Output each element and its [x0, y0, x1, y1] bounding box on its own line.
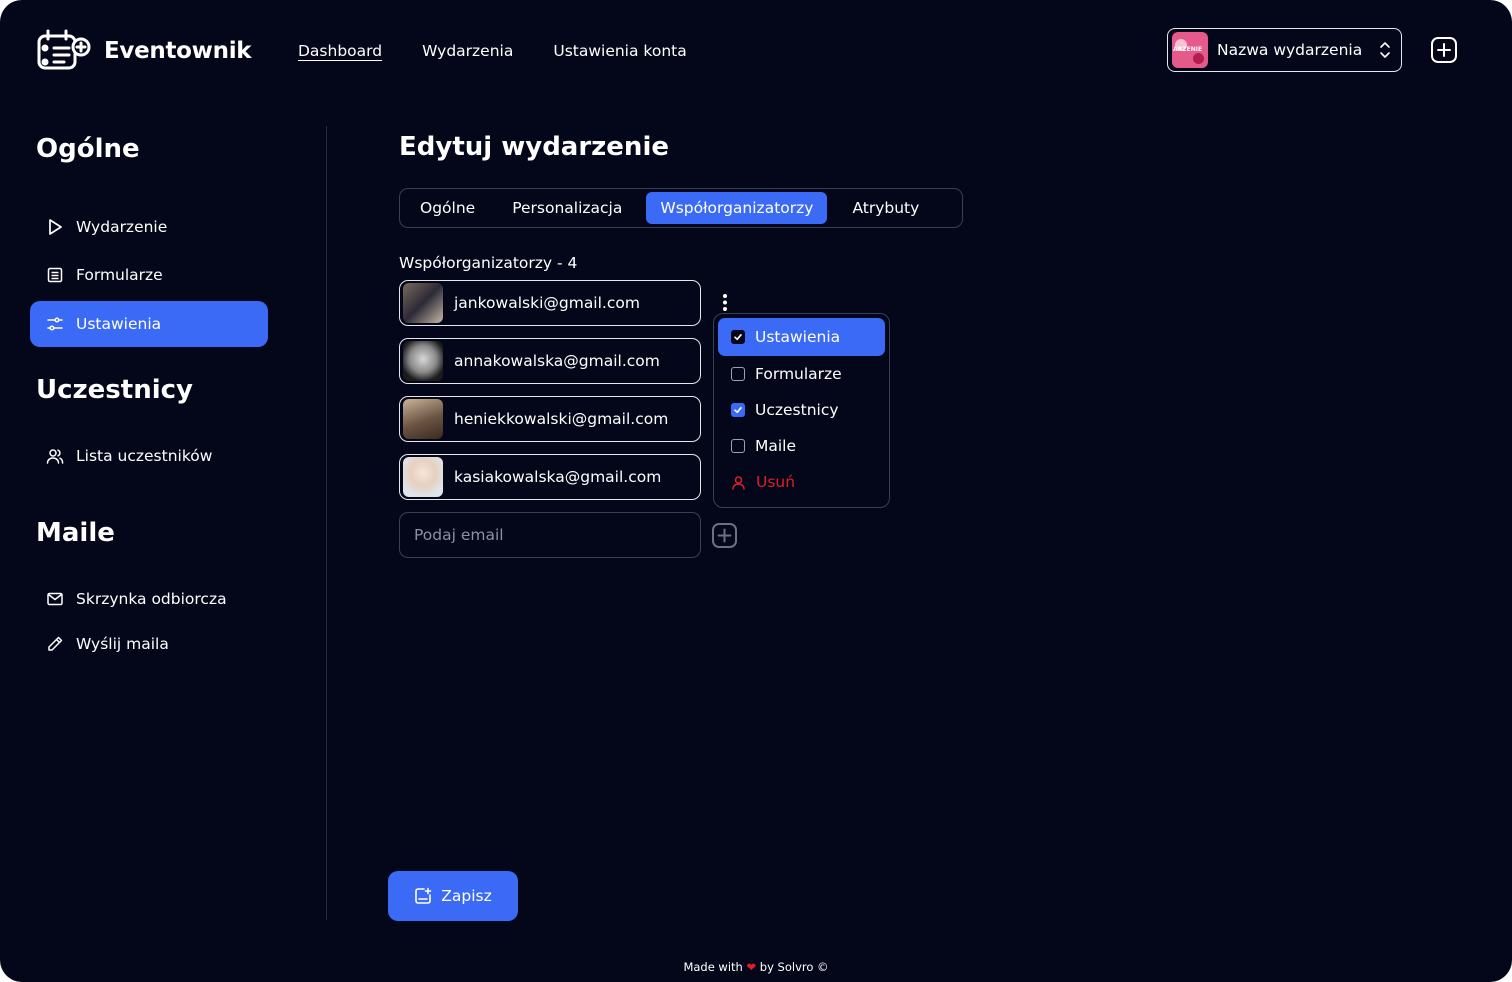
avatar	[403, 457, 443, 497]
checkbox-unchecked[interactable]	[731, 367, 745, 381]
save-icon	[415, 887, 432, 904]
sliders-icon	[47, 317, 63, 331]
coorganizers-count-label: Współorganizatorzy - 4	[399, 254, 578, 272]
coorganizer-email: annakowalska@gmail.com	[454, 352, 660, 370]
logo[interactable]: Eventownik	[36, 28, 252, 74]
permissions-menu: Ustawienia Formularze Uczestnicy Maile U…	[713, 313, 890, 508]
add-event-button[interactable]	[1430, 36, 1458, 64]
tab-bar: Ogólne Personalizacja Współorganizatorzy…	[399, 188, 963, 228]
coorganizer-row[interactable]: kasiakowalska@gmail.com	[399, 454, 701, 500]
avatar	[403, 399, 443, 439]
sidebar-item-wyslij-maila[interactable]: Wyślij maila	[30, 621, 268, 666]
chevron-up-down-icon	[1380, 42, 1390, 58]
coorganizer-email: kasiakowalska@gmail.com	[454, 468, 662, 486]
menu-item-uczestnicy[interactable]: Uczestnicy	[718, 392, 885, 428]
tab-atrybuty[interactable]: Atrybuty	[827, 192, 944, 224]
sidebar-item-label: Ustawienia	[76, 315, 162, 333]
coorganizer-row[interactable]: jankowalski@gmail.com	[399, 280, 701, 326]
email-input[interactable]	[399, 512, 701, 558]
tab-wspolorganizatorzy[interactable]: Współorganizatorzy	[646, 192, 828, 224]
sidebar-item-formularze[interactable]: Formularze	[30, 252, 268, 297]
nav-dashboard[interactable]: Dashboard	[298, 42, 382, 60]
sidebar-item-label: Lista uczestników	[76, 446, 213, 465]
mail-icon	[47, 592, 63, 605]
event-name: Nazwa wydarzenia	[1217, 41, 1363, 59]
event-selector[interactable]: ARZENIE Nazwa wydarzenia	[1167, 28, 1402, 72]
avatar	[403, 341, 443, 381]
event-thumbnail: ARZENIE	[1172, 32, 1208, 68]
page-title: Edytuj wydarzenie	[399, 132, 669, 162]
check-icon	[734, 406, 742, 414]
app-name: Eventownik	[104, 38, 252, 64]
sidebar-item-label: Formularze	[76, 265, 163, 284]
event-thumbnail-text: ARZENIE	[1173, 46, 1203, 53]
nav-wydarzenia[interactable]: Wydarzenia	[422, 42, 513, 60]
heart-icon: ❤	[746, 960, 757, 974]
pencil-icon	[48, 636, 63, 651]
menu-item-label: Usuń	[756, 473, 796, 491]
users-icon	[46, 448, 64, 464]
sidebar: Ogólne Wydarzenie Formularze Ustawienia …	[30, 126, 270, 666]
sidebar-item-skrzynka-odbiorcza[interactable]: Skrzynka odbiorcza	[30, 576, 268, 621]
eventownik-logo-icon	[37, 29, 91, 70]
menu-item-formularze[interactable]: Formularze	[718, 356, 885, 392]
menu-item-label: Maile	[755, 437, 797, 455]
menu-item-maile[interactable]: Maile	[718, 428, 885, 464]
sidebar-item-wydarzenie[interactable]: Wydarzenie	[30, 204, 268, 249]
tab-personalizacja[interactable]: Personalizacja	[492, 192, 642, 224]
sidebar-heading-maile: Maile	[36, 518, 115, 548]
tab-ogolne[interactable]: Ogólne	[403, 192, 492, 224]
sidebar-item-label: Wydarzenie	[76, 217, 168, 236]
menu-item-usun[interactable]: Usuń	[718, 464, 885, 500]
sidebar-item-ustawienia[interactable]: Ustawienia	[30, 301, 268, 347]
form-icon	[47, 267, 63, 282]
top-nav: Dashboard Wydarzenia Ustawienia konta	[298, 42, 687, 60]
save-button-label: Zapisz	[441, 887, 492, 905]
sidebar-heading-ogolne: Ogólne	[36, 134, 140, 164]
save-button[interactable]: Zapisz	[388, 871, 518, 921]
sidebar-item-lista-uczestnikow[interactable]: Lista uczestników	[30, 433, 268, 478]
sidebar-item-label: Skrzynka odbiorcza	[76, 589, 227, 608]
play-icon	[49, 218, 62, 235]
checkbox-unchecked[interactable]	[731, 439, 745, 453]
menu-item-ustawienia[interactable]: Ustawienia	[718, 318, 885, 356]
nav-ustawienia-konta[interactable]: Ustawienia konta	[553, 42, 686, 60]
checkbox-checked[interactable]	[731, 330, 745, 344]
footer: Made with ❤ by Solvro ©	[0, 960, 1512, 974]
sidebar-divider	[326, 126, 327, 920]
add-coorganizer-button[interactable]	[711, 522, 738, 549]
user-remove-icon	[732, 475, 745, 490]
check-icon	[734, 333, 742, 341]
coorganizer-row[interactable]: annakowalska@gmail.com	[399, 338, 701, 384]
footer-suffix: by Solvro ©	[759, 960, 829, 974]
coorganizer-email: heniekkowalski@gmail.com	[454, 410, 669, 428]
coorganizer-row[interactable]: heniekkowalski@gmail.com	[399, 396, 701, 442]
footer-prefix: Made with	[683, 960, 743, 974]
menu-item-label: Formularze	[755, 365, 842, 383]
menu-item-label: Ustawienia	[755, 328, 841, 346]
app-window: Eventownik Dashboard Wydarzenia Ustawien…	[0, 0, 1512, 982]
sidebar-item-label: Wyślij maila	[76, 634, 169, 653]
menu-item-label: Uczestnicy	[755, 401, 839, 419]
sidebar-heading-uczestnicy: Uczestnicy	[36, 375, 193, 405]
avatar	[403, 283, 443, 323]
checkbox-checked[interactable]	[731, 403, 745, 417]
coorganizer-email: jankowalski@gmail.com	[454, 294, 640, 312]
